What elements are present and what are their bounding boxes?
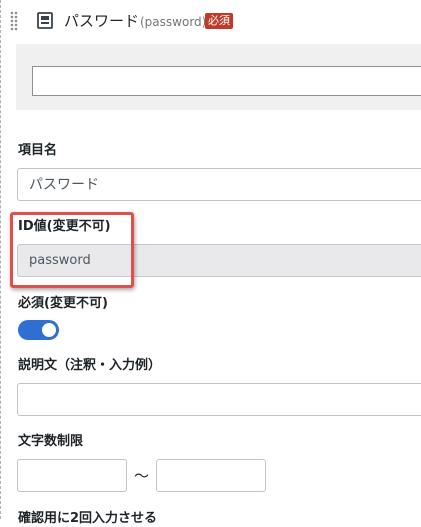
drag-handle-icon[interactable] <box>10 11 18 31</box>
field-title: パスワード <box>64 12 140 30</box>
description-input[interactable] <box>17 383 421 416</box>
required-label: 必須(変更不可) <box>18 296 108 311</box>
char-limit-label: 文字数制限 <box>18 434 84 449</box>
char-limit-max-input[interactable] <box>156 459 266 492</box>
required-toggle[interactable] <box>18 320 59 340</box>
highlight-box <box>10 212 134 288</box>
item-name-label: 項目名 <box>18 143 58 158</box>
confirm-label: 確認用に2回入力させる <box>18 511 158 526</box>
toggle-knob <box>42 323 56 337</box>
char-limit-min-input[interactable] <box>17 459 127 492</box>
required-badge: 必須 <box>205 13 233 29</box>
field-header[interactable]: パスワード (password) 必須 <box>0 0 421 44</box>
drag-rail <box>0 0 5 519</box>
form-field-icon <box>37 12 53 29</box>
preview-input[interactable] <box>32 66 421 96</box>
item-name-input[interactable]: パスワード <box>17 168 421 201</box>
field-id-subtitle: (password) <box>140 15 207 29</box>
range-separator: ～ <box>134 467 150 485</box>
description-label: 説明文（注釈・入力例） <box>18 358 162 373</box>
